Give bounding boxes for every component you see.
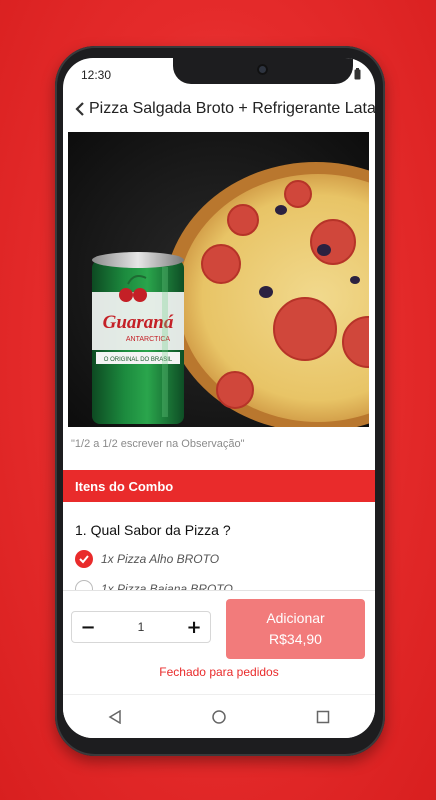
chevron-left-icon — [75, 102, 84, 116]
checkmark-icon[interactable] — [75, 550, 93, 568]
section-header-combo: Itens do Combo — [63, 470, 375, 502]
quantity-stepper: − 1 + — [71, 611, 211, 643]
circle-home-icon — [212, 710, 226, 724]
increment-button[interactable]: + — [178, 612, 210, 642]
back-button[interactable] — [75, 101, 85, 117]
option-label: 1x Pizza Alho BROTO — [101, 552, 220, 566]
product-image: Guaraná ANTARCTICA O ORIGINAL DO BRASIL — [68, 132, 369, 427]
section-title: Itens do Combo — [75, 478, 174, 494]
page-title: Pizza Salgada Broto + Refrigerante Lata — [89, 100, 375, 117]
app-bar: Pizza Salgada Broto + Refrigerante Lata — [63, 94, 375, 124]
square-recents-icon — [316, 710, 330, 724]
product-note: "1/2 a 1/2 escrever na Observação" — [71, 438, 245, 450]
add-button-label: Adicionar — [266, 610, 325, 626]
closed-status: Fechado para pedidos — [159, 665, 279, 679]
nav-recents-button[interactable] — [308, 702, 338, 732]
camera-icon — [257, 64, 268, 75]
system-nav-bar — [63, 694, 375, 738]
add-button-price: R$34,90 — [269, 631, 322, 647]
status-time: 12:30 — [81, 68, 112, 82]
soda-can: Guaraná ANTARCTICA O ORIGINAL DO BRASIL — [92, 252, 184, 424]
app-screen: 12:30 Pizza Salgada Broto + Refrigerante… — [63, 58, 375, 738]
question-title: 1. Qual Sabor da Pizza ? — [75, 522, 231, 538]
notch — [173, 58, 353, 84]
battery-icon — [354, 68, 361, 80]
nav-back-button[interactable] — [100, 702, 130, 732]
quantity-value: 1 — [137, 620, 145, 634]
option-item[interactable]: 1x Pizza Alho BROTO — [75, 550, 219, 568]
nav-home-button[interactable] — [204, 702, 234, 732]
triangle-back-icon — [108, 710, 121, 724]
order-panel: − 1 + Adicionar R$34,90 Fechado para ped… — [63, 590, 375, 695]
add-to-cart-button[interactable]: Adicionar R$34,90 — [226, 599, 365, 659]
decrement-button[interactable]: − — [72, 612, 104, 642]
